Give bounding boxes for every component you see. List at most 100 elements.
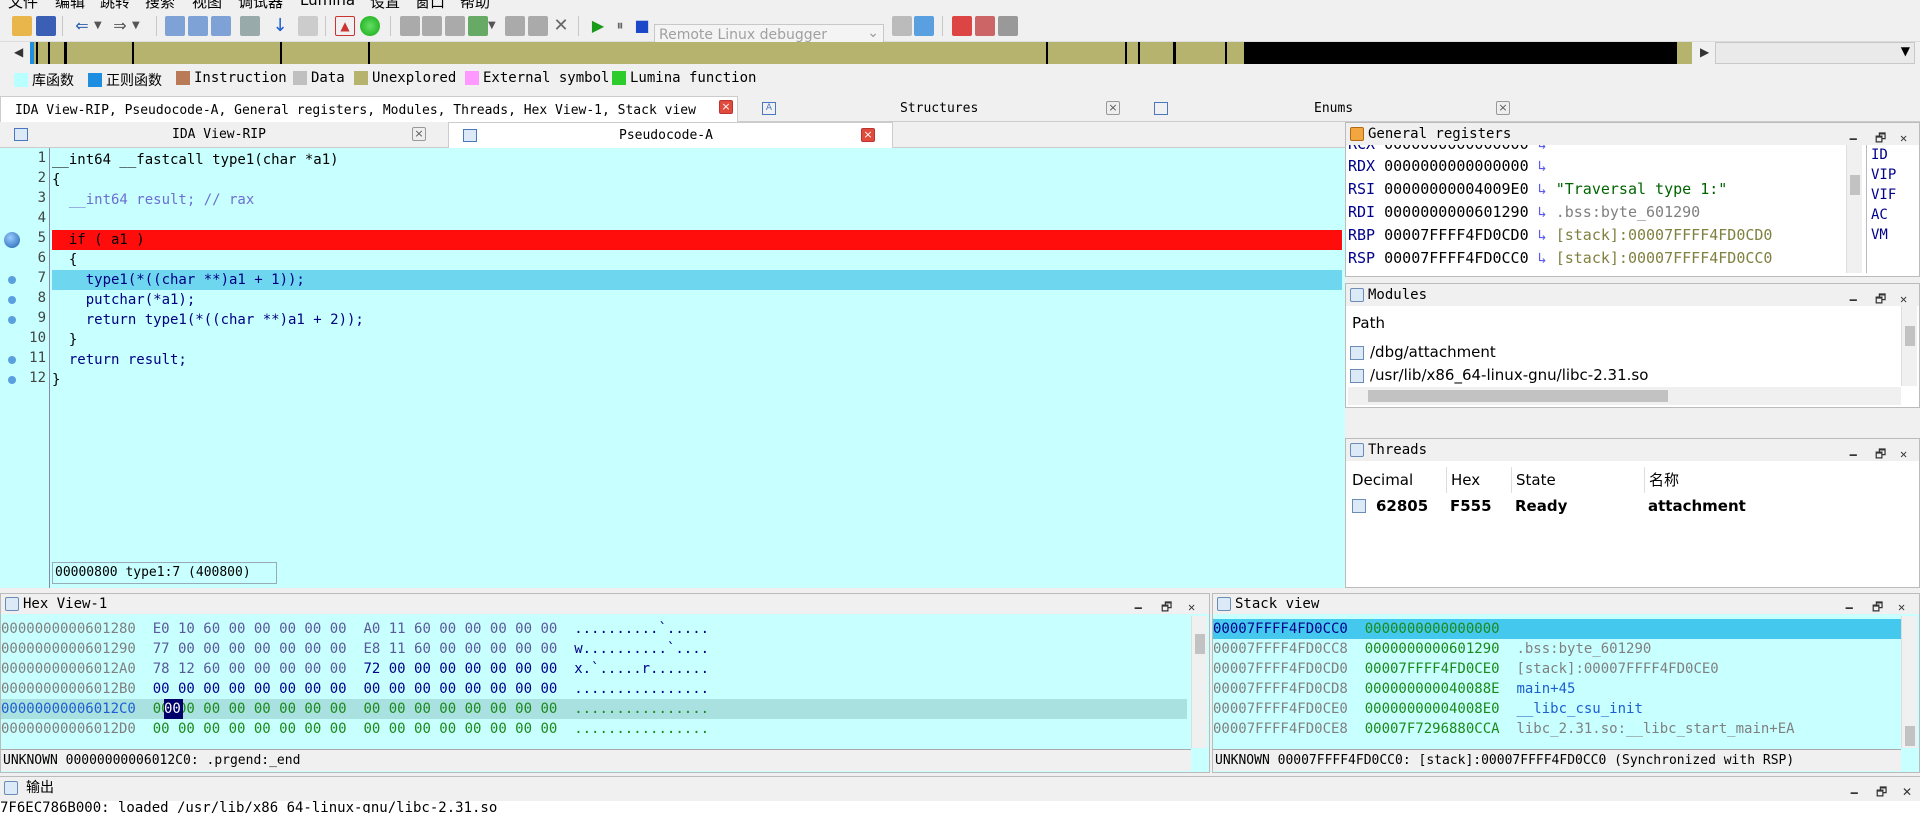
hex-row[interactable]: 00000000006012D0 00 00 00 00 00 00 00 00… <box>1 719 709 739</box>
registers-list[interactable]: RCX 0000000000000000 ↳ RDX 0000000000000… <box>1346 145 1846 275</box>
tab-enums[interactable]: Enums × <box>1140 96 1520 122</box>
graph-icon[interactable] <box>165 16 185 36</box>
forward-dropdown-icon[interactable]: ▼ <box>132 16 152 36</box>
tab-pseudocode[interactable]: Pseudocode-A × <box>448 122 893 148</box>
save-icon[interactable] <box>36 16 56 36</box>
back-icon[interactable]: ⇐ <box>72 16 92 36</box>
restore-icon[interactable]: 🗗 <box>1872 597 1883 617</box>
start-debug-icon[interactable]: ▶ <box>588 16 608 36</box>
run-status-icon[interactable] <box>360 16 380 36</box>
strings-icon[interactable] <box>240 16 260 36</box>
overview-navigator[interactable] <box>30 42 1692 64</box>
code-line[interactable]: return result; <box>52 350 1342 370</box>
register-row[interactable]: RDX 0000000000000000 ↳ <box>1348 155 1547 177</box>
hex-scrollbar[interactable] <box>1191 616 1207 748</box>
column-header[interactable]: 名称 <box>1644 467 1679 493</box>
chart-icon[interactable] <box>528 16 548 36</box>
menu-jump[interactable]: 跳转 <box>100 0 130 10</box>
close-icon[interactable]: ✕ <box>1898 597 1905 617</box>
modules-scrollbar[interactable] <box>1901 306 1917 386</box>
hex-row[interactable]: 00000000006012A0 78 12 60 00 00 00 00 00… <box>1 659 709 679</box>
breakpoint-dot-icon[interactable] <box>8 296 16 304</box>
menu-settings[interactable]: 设置 <box>370 0 400 10</box>
close-icon[interactable]: ✕ <box>1902 781 1912 803</box>
stack-row[interactable]: 00007FFFF4FD0CD8 000000000040088E main+4… <box>1213 679 1575 699</box>
stack-row[interactable]: 00007FFFF4FD0CE8 00007F7296880CCA libc_2… <box>1213 719 1795 739</box>
hex-dump[interactable]: 0000000000601280 E0 10 60 00 00 00 00 00… <box>1 619 1191 749</box>
minimize-icon[interactable]: 🗕 <box>1845 597 1854 617</box>
names-icon[interactable] <box>211 16 231 36</box>
nav-left-arrow-icon[interactable]: ◀ <box>14 45 23 59</box>
nav-dropdown[interactable]: ▼ <box>1715 42 1915 64</box>
function-icon[interactable] <box>400 16 420 36</box>
close-icon[interactable]: × <box>861 128 875 142</box>
module-row[interactable]: /usr/lib/x86_64-linux-gnu/libc-2.31.so <box>1350 364 1890 386</box>
stack-list[interactable]: 00007FFFF4FD0CC0 0000000000000000 00007F… <box>1213 619 1901 749</box>
stop-icon[interactable]: ■ <box>632 16 652 36</box>
delete-breakpoint-icon[interactable] <box>998 16 1018 36</box>
close-icon[interactable]: × <box>719 100 733 114</box>
menu-edit[interactable]: 编辑 <box>55 0 85 10</box>
modules-path-header[interactable]: Path <box>1352 314 1385 332</box>
registers-scrollbar[interactable] <box>1846 145 1862 273</box>
open-icon[interactable] <box>12 16 32 36</box>
current-ip-breakpoint-icon[interactable] <box>4 232 20 248</box>
code-line[interactable]: __int64 __fastcall type1(char *a1) <box>52 150 1342 170</box>
column-header[interactable]: Decimal <box>1352 467 1413 493</box>
minimize-icon[interactable]: 🗕 <box>1849 443 1858 465</box>
breakpoint-dot-icon[interactable] <box>8 316 16 324</box>
hex-cursor[interactable]: 00 <box>164 699 183 719</box>
patch-icon[interactable] <box>298 16 318 36</box>
step-down-icon[interactable]: ↓ <box>270 16 290 36</box>
thread-row[interactable]: 62805 F555 Ready attachment <box>1350 495 1910 517</box>
menu-debugger[interactable]: 调试器 <box>238 0 283 10</box>
restore-icon[interactable]: 🗗 <box>1161 597 1172 617</box>
menu-view[interactable]: 视图 <box>192 0 222 10</box>
menu-lumina[interactable]: Lumina <box>300 0 355 9</box>
code-line[interactable]: { <box>52 170 1342 190</box>
flags-list[interactable]: ID VIP VIF AC VM <box>1866 145 1918 273</box>
close-icon[interactable]: ✕ <box>1900 443 1907 465</box>
breakpoint-dot-icon[interactable] <box>8 356 16 364</box>
stack-row-current[interactable]: 00007FFFF4FD0CC0 0000000000000000 <box>1213 619 1901 639</box>
xref-icon[interactable] <box>188 16 208 36</box>
close-icon[interactable]: × <box>412 127 426 141</box>
tab-main-views[interactable]: IDA View-RIP, Pseudocode-A, General regi… <box>0 96 738 122</box>
tab-structures[interactable]: A Structures × <box>750 96 1130 122</box>
modules-hscrollbar[interactable] <box>1348 387 1901 405</box>
register-row[interactable]: RDI 0000000000601290 ↳ .bss:byte_601290 <box>1348 201 1700 223</box>
register-row[interactable]: RSP 00007FFFF4FD0CC0 ↳ [stack]:00007FFFF… <box>1348 247 1772 269</box>
struct-icon[interactable] <box>422 16 442 36</box>
add-icon[interactable] <box>468 16 488 36</box>
code-line-current[interactable]: type1(*((char **)a1 + 1)); <box>52 270 1342 290</box>
nav-right-arrow-icon[interactable]: ▶ <box>1700 45 1709 59</box>
breakpoint-dot-icon[interactable] <box>8 376 16 384</box>
menu-help[interactable]: 帮助 <box>460 0 490 10</box>
restore-icon[interactable]: 🗗 <box>1876 781 1887 803</box>
register-row[interactable]: RBP 00007FFFF4FD0CD0 ↳ [stack]:00007FFFF… <box>1348 224 1772 246</box>
hex-row[interactable]: 00000000006012B0 00 00 00 00 00 00 00 00… <box>1 679 709 699</box>
close-icon[interactable]: ✕ <box>1188 597 1195 617</box>
stack-scrollbar[interactable] <box>1901 616 1917 748</box>
code-line[interactable]: } <box>52 370 1342 390</box>
segment-icon[interactable] <box>445 16 465 36</box>
register-row[interactable]: RSI 00000000004009E0 ↳ "Traversal type 1… <box>1348 178 1727 200</box>
tools-icon[interactable] <box>505 16 525 36</box>
close-icon[interactable]: × <box>1106 101 1120 115</box>
register-row[interactable]: RCX 0000000000000000 ↳ <box>1348 145 1547 155</box>
column-header[interactable]: Hex <box>1446 467 1480 493</box>
code-line[interactable]: __int64 result; // rax <box>52 190 1342 210</box>
close-icon[interactable]: × <box>1496 101 1510 115</box>
stack-row[interactable]: 00007FFFF4FD0CD0 00007FFFF4FD0CE0 [stack… <box>1213 659 1719 679</box>
add-breakpoint-icon[interactable] <box>975 16 995 36</box>
code-line[interactable]: } <box>52 330 1342 350</box>
hex-row[interactable]: 0000000000601290 77 00 00 00 00 00 00 00… <box>1 639 709 659</box>
output-log-line[interactable]: 7F6EC786B000: loaded /usr/lib/x86_64-lin… <box>0 801 1920 813</box>
code-line-breakpoint[interactable]: if ( a1 ) <box>52 230 1342 250</box>
attach-icon[interactable] <box>892 16 912 36</box>
warning-icon[interactable]: ▲ <box>335 16 355 36</box>
module-row[interactable]: /dbg/attachment <box>1350 341 1890 363</box>
column-header[interactable]: State <box>1511 467 1556 493</box>
minimize-icon[interactable]: 🗕 <box>1849 288 1858 310</box>
minimize-icon[interactable]: 🗕 <box>1134 597 1143 617</box>
